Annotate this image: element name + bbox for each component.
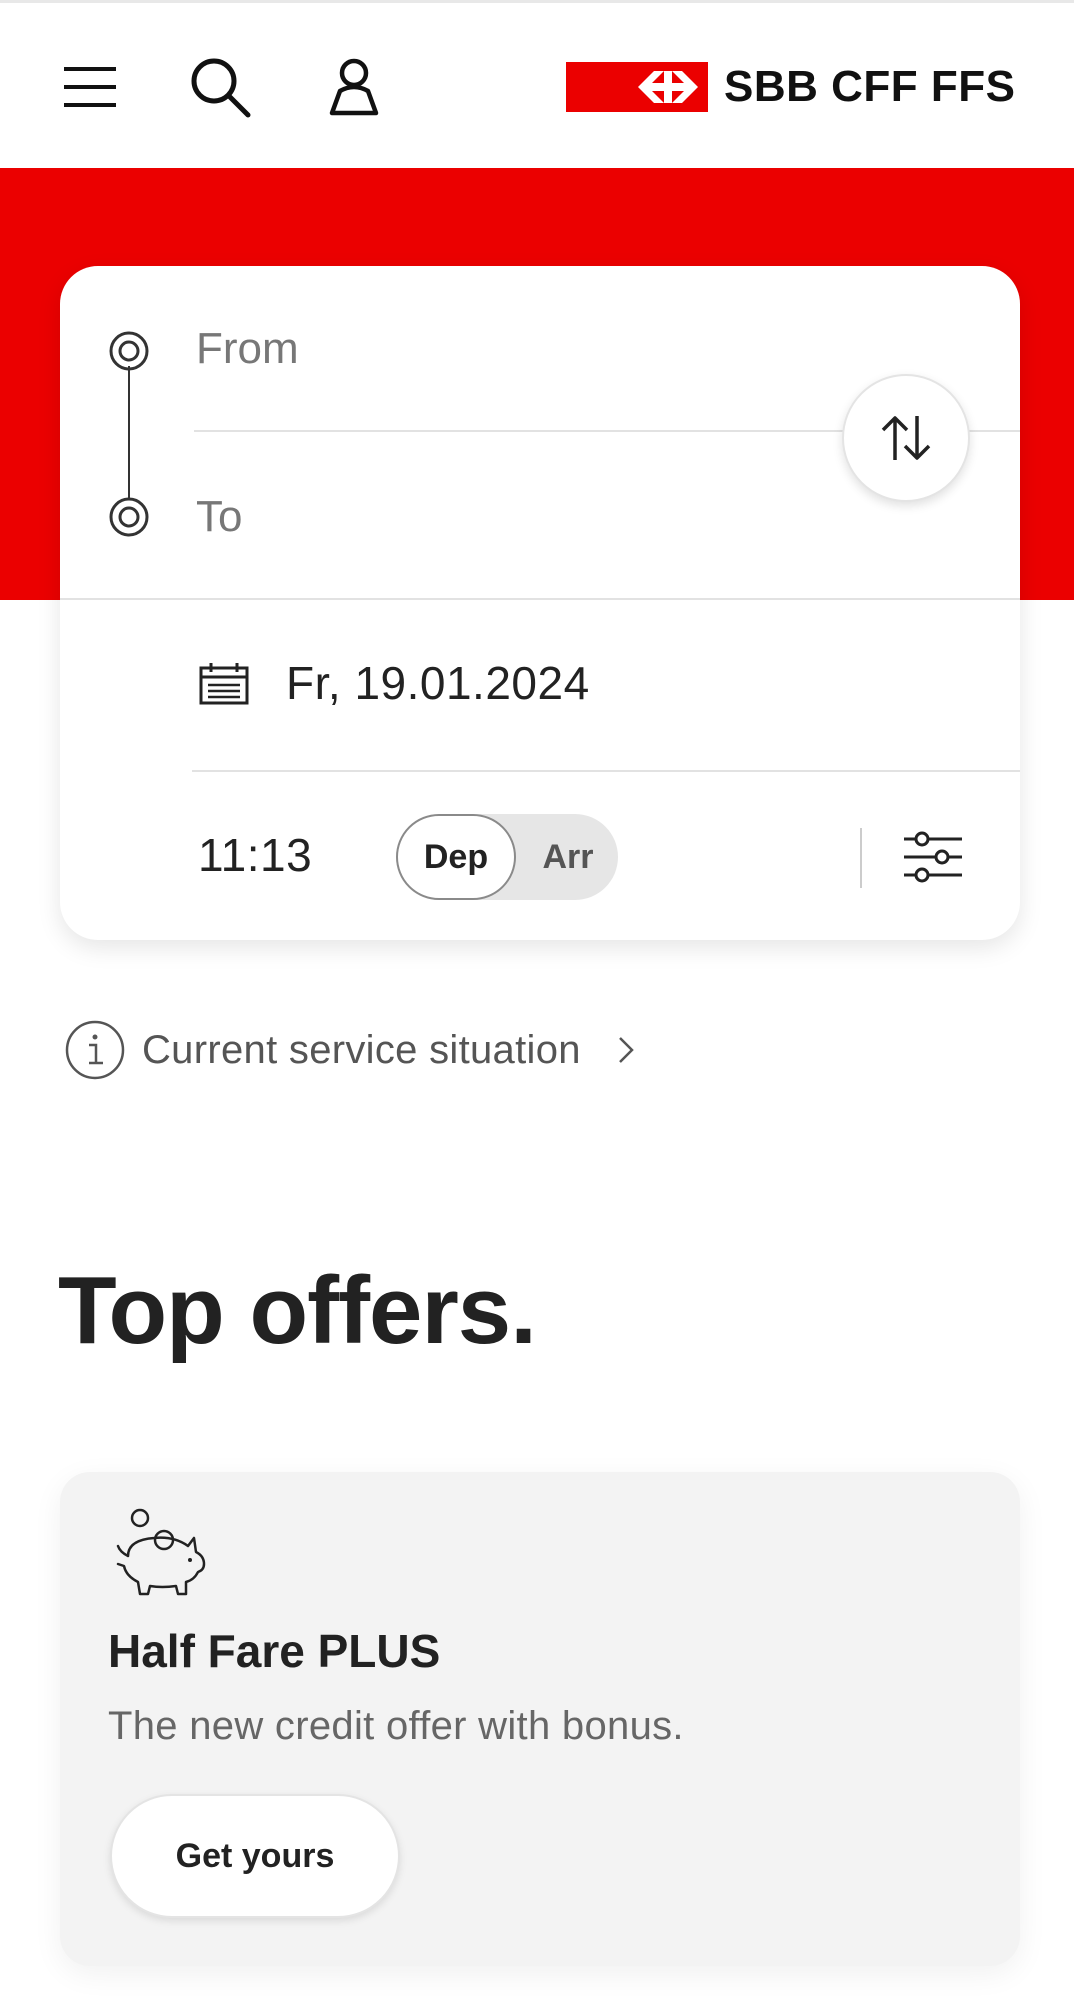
arrival-option[interactable]: Arr <box>520 814 616 900</box>
piggy-bank-icon <box>116 1508 206 1596</box>
user-icon[interactable] <box>322 55 386 119</box>
sbb-logo[interactable]: SBB CFF FFS <box>566 61 1015 113</box>
route-divider <box>60 598 1020 600</box>
swap-arrows-icon <box>881 416 931 460</box>
offer-card[interactable]: Half Fare PLUS The new credit offer with… <box>60 1472 1020 1966</box>
route-line <box>128 366 130 498</box>
search-icon[interactable] <box>188 55 252 119</box>
timetable-card: From To Fr, 19.01.2024 11:13 Dep Arr <box>60 266 1020 940</box>
chevron-right-icon <box>618 1037 634 1063</box>
vertical-separator <box>860 828 862 888</box>
time-field[interactable]: 11:13 <box>198 828 312 882</box>
date-divider <box>192 770 1020 772</box>
filter-sliders-icon <box>904 831 962 883</box>
header: SBB CFF FFS <box>0 0 1074 168</box>
from-input[interactable]: From <box>196 324 299 374</box>
logo-text: SBB CFF FFS <box>724 62 1016 111</box>
departure-arrival-toggle[interactable]: Dep Arr <box>396 814 618 900</box>
filter-button[interactable] <box>898 824 968 890</box>
service-situation-label: Current service situation <box>142 1027 581 1072</box>
offer-description: The new credit offer with bonus. <box>108 1704 684 1748</box>
swap-button[interactable] <box>842 374 970 502</box>
destination-stop-icon <box>109 497 149 537</box>
calendar-icon <box>199 663 249 705</box>
service-situation-link[interactable]: Current service situation <box>64 1018 635 1082</box>
get-yours-button[interactable]: Get yours <box>110 1794 400 1918</box>
offer-title: Half Fare PLUS <box>108 1625 441 1677</box>
date-field[interactable]: Fr, 19.01.2024 <box>286 656 590 710</box>
section-title: Top offers. <box>58 1257 537 1364</box>
info-icon <box>65 1020 125 1080</box>
hamburger-menu-icon[interactable] <box>58 55 122 119</box>
departure-option[interactable]: Dep <box>396 814 516 900</box>
to-input[interactable]: To <box>196 492 242 542</box>
swiss-rail-logo-icon <box>566 62 708 112</box>
